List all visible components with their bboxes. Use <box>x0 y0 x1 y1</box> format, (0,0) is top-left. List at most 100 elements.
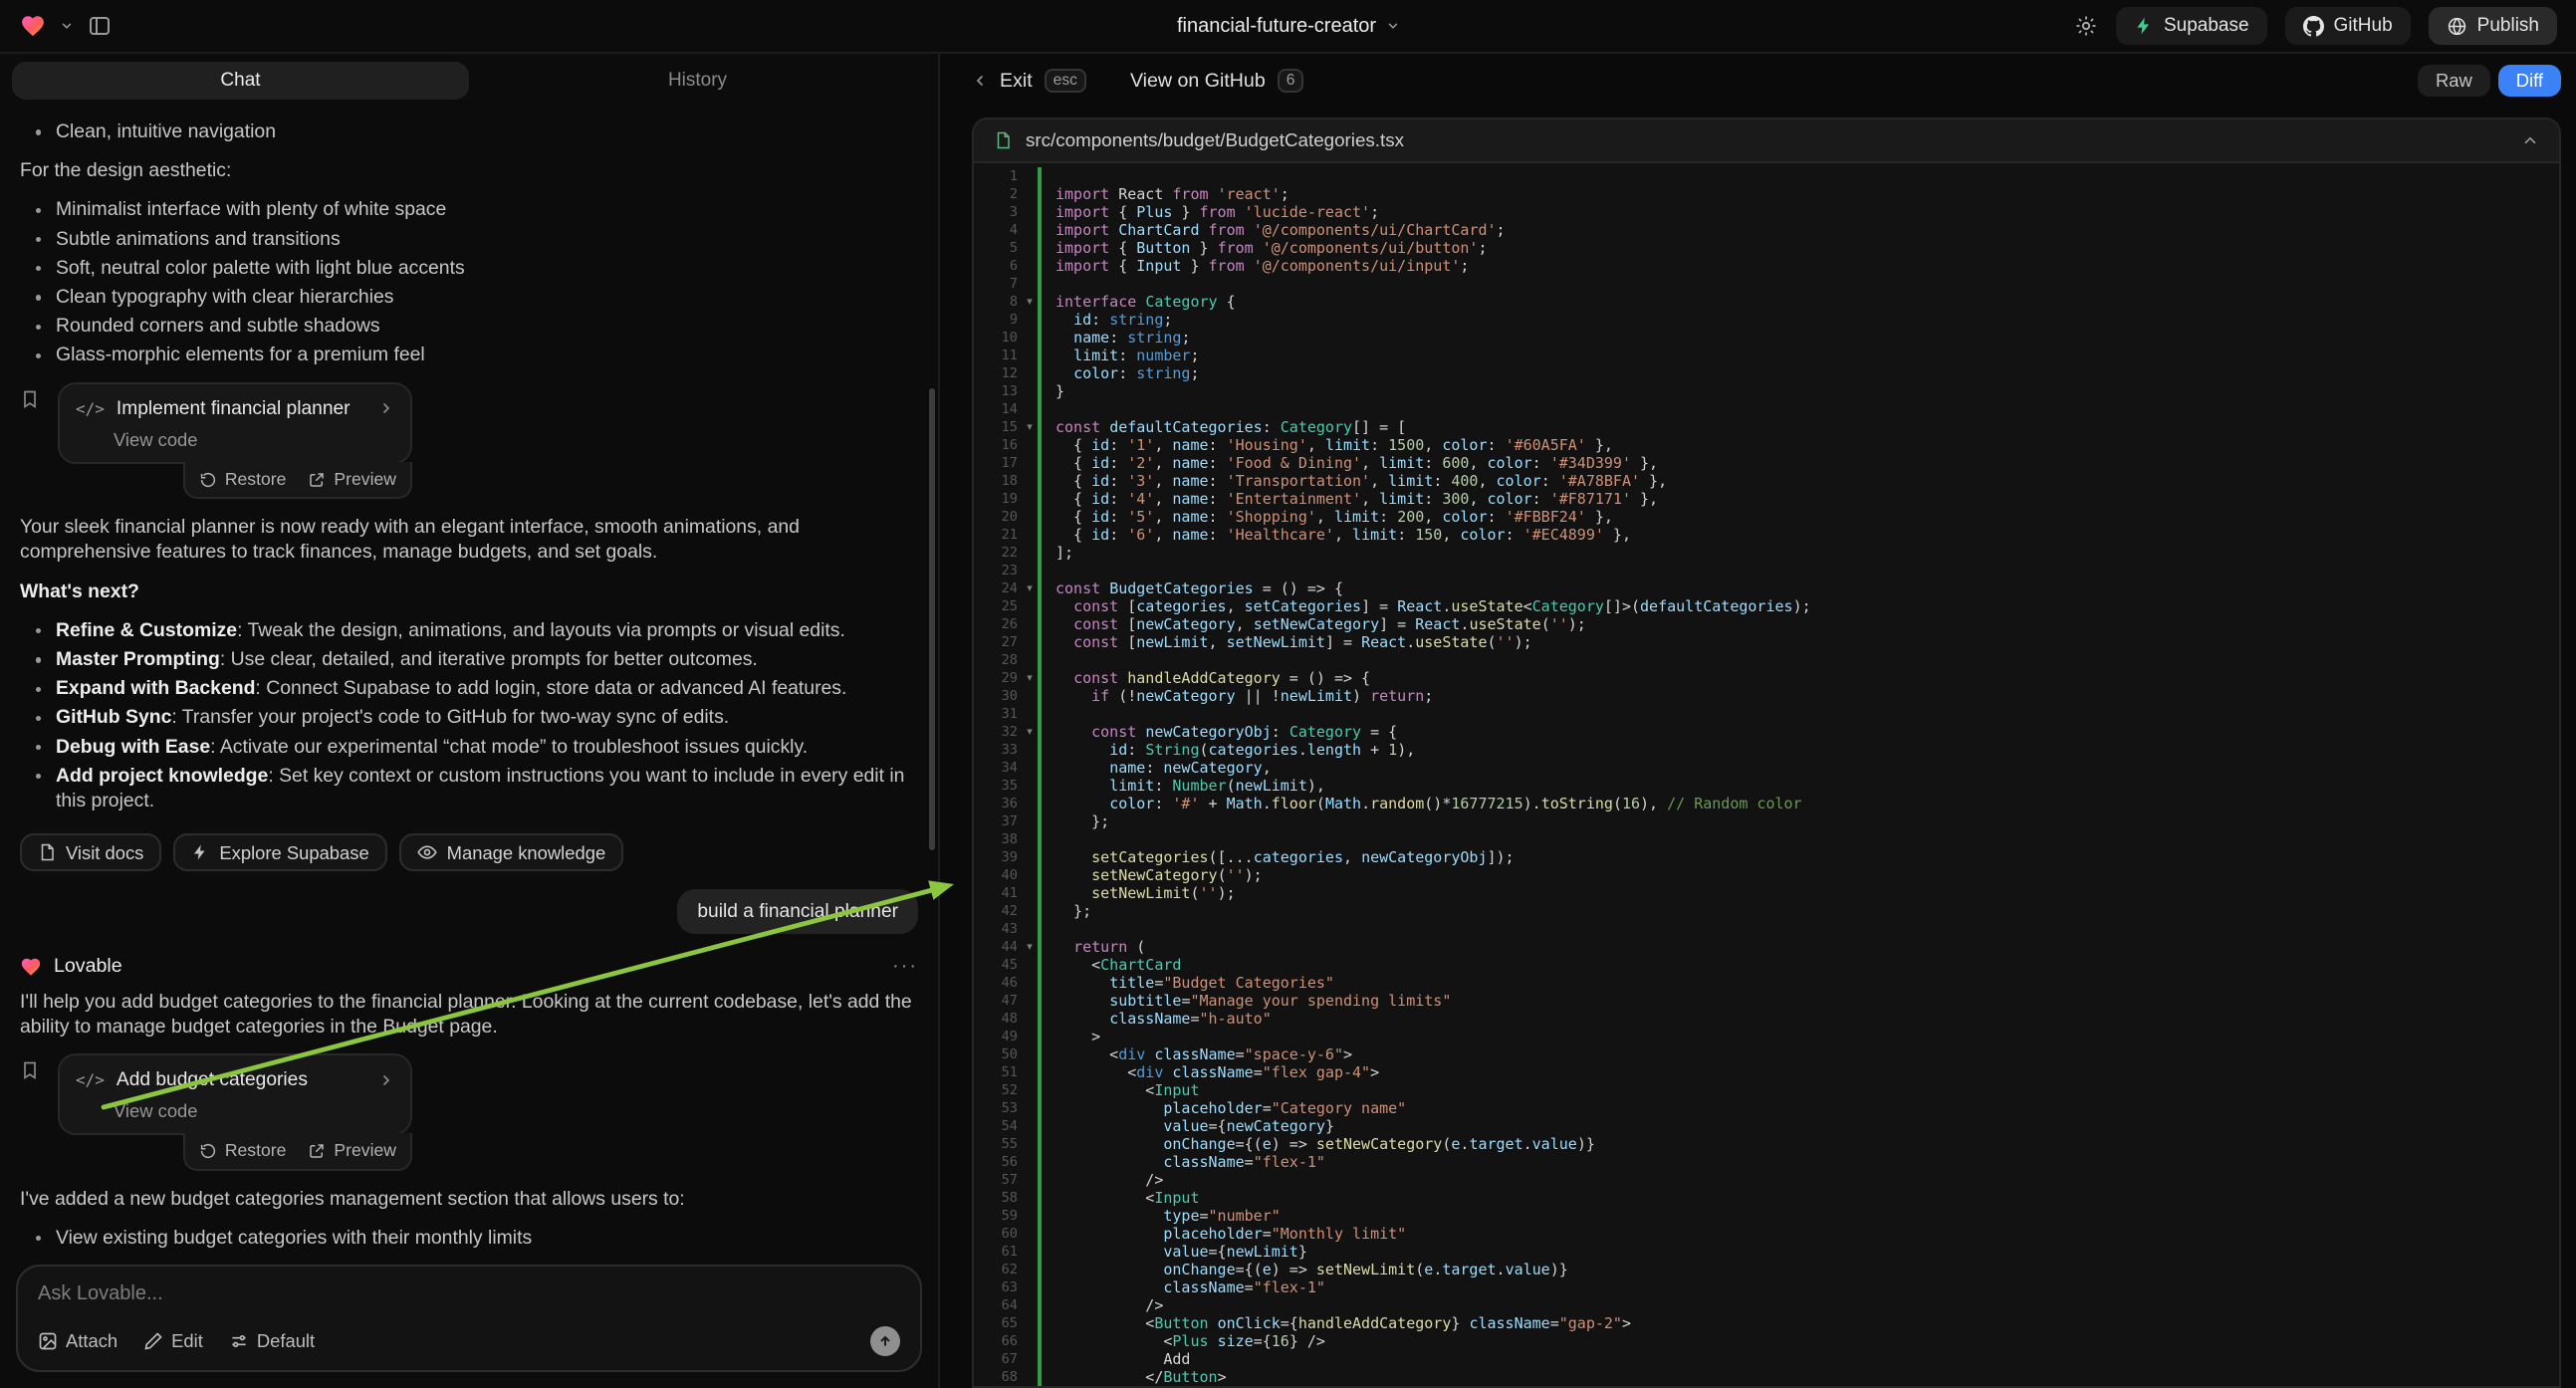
restore-button[interactable]: Restore <box>199 467 287 492</box>
preview-button[interactable]: Preview <box>308 1138 396 1163</box>
line-number: 54 <box>974 1117 1022 1135</box>
line-number: 68 <box>974 1368 1022 1386</box>
chip-knowledge[interactable]: Manage knowledge <box>399 833 624 871</box>
diff-added-indicator <box>1038 723 1042 741</box>
line-number: 33 <box>974 741 1022 759</box>
diff-added-indicator <box>1038 759 1042 777</box>
code-line: 10 name: string; <box>974 329 2559 347</box>
chat-composer[interactable]: Ask Lovable... Attach Edit Default <box>16 1265 922 1372</box>
message-menu-button[interactable]: ··· <box>892 954 918 979</box>
fold-spacer <box>1022 454 1038 472</box>
code-line: 63 className="flex-1" <box>974 1278 2559 1296</box>
preview-button[interactable]: Preview <box>308 467 396 492</box>
code-text: Add <box>1055 1350 2559 1368</box>
tool-call-card[interactable]: </>Implement financial plannerView code <box>58 382 412 464</box>
fold-spacer <box>1022 812 1038 830</box>
line-number: 12 <box>974 364 1022 382</box>
view-on-github-button[interactable]: View on GitHub 6 <box>1130 69 1303 93</box>
sidebar-toggle-icon[interactable] <box>88 14 112 38</box>
edit-button[interactable]: Edit <box>143 1330 203 1352</box>
chip-docs[interactable]: Visit docs <box>20 833 161 871</box>
tool-call-row: </>Implement financial plannerView code R… <box>20 382 918 500</box>
view-code-link[interactable]: View code <box>114 427 394 452</box>
code-line: 30 if (!newCategory || !newLimit) return… <box>974 687 2559 705</box>
code-line: 68 </Button> <box>974 1368 2559 1386</box>
chat-input[interactable]: Ask Lovable... <box>38 1282 900 1305</box>
view-code-link[interactable]: View code <box>114 1098 394 1123</box>
chip-supabase[interactable]: Explore Supabase <box>173 833 386 871</box>
diff-added-indicator <box>1038 311 1042 329</box>
preview-icon <box>308 1142 326 1160</box>
code-text: limit: Number(newLimit), <box>1055 777 2559 795</box>
file-header[interactable]: src/components/budget/BudgetCategories.t… <box>974 119 2559 163</box>
code-text: import ChartCard from '@/components/ui/C… <box>1055 221 2559 239</box>
line-number: 61 <box>974 1243 1022 1261</box>
list-item: Rounded corners and subtle shadows <box>20 314 918 339</box>
code-icon: </> <box>76 1067 105 1092</box>
fold-spacer <box>1022 382 1038 400</box>
project-name: financial-future-creator <box>1177 15 1376 38</box>
code-line: 65 <Button onClick={handleAddCategory} c… <box>974 1314 2559 1332</box>
code-viewer[interactable]: 12import React from 'react';3import { Pl… <box>974 163 2559 1386</box>
code-text: { id: '1', name: 'Housing', limit: 1500,… <box>1055 436 2559 454</box>
diff-added-indicator <box>1038 364 1042 382</box>
diff-added-indicator <box>1038 1045 1042 1063</box>
publish-button[interactable]: Publish <box>2429 7 2557 45</box>
assistant-name: Lovable <box>54 954 122 979</box>
project-name-menu[interactable]: financial-future-creator <box>1177 15 1400 38</box>
lovable-logo-heart-icon[interactable] <box>20 13 46 39</box>
line-number: 41 <box>974 884 1022 902</box>
github-button[interactable]: GitHub <box>2285 7 2411 45</box>
code-line: 3import { Plus } from 'lucide-react'; <box>974 203 2559 221</box>
code-line: 6import { Input } from '@/components/ui/… <box>974 257 2559 275</box>
code-line: 21 { id: '6', name: 'Healthcare', limit:… <box>974 526 2559 544</box>
code-line: 53 placeholder="Category name" <box>974 1099 2559 1117</box>
diff-toggle-button[interactable]: Diff <box>2498 65 2561 97</box>
list-item: Master Prompting: Use clear, detailed, a… <box>20 647 918 672</box>
code-line: 5import { Button } from '@/components/ui… <box>974 239 2559 257</box>
code-text: placeholder="Category name" <box>1055 1099 2559 1117</box>
fold-chevron-icon: ▾ <box>1022 293 1038 311</box>
fold-chevron-icon: ▾ <box>1022 723 1038 741</box>
tool-call-card[interactable]: </> Add budget categories View code <box>58 1053 412 1135</box>
fold-chevron-icon: ▾ <box>1022 669 1038 687</box>
attach-button[interactable]: Attach <box>38 1330 117 1352</box>
diff-added-indicator <box>1038 1153 1042 1171</box>
code-line: 23 <box>974 562 2559 579</box>
chat-paragraph: I'll help you add budget categories to t… <box>20 990 918 1040</box>
tab-history[interactable]: History <box>469 62 926 100</box>
line-number: 4 <box>974 221 1022 239</box>
fold-spacer <box>1022 920 1038 938</box>
tool-call-title: Add budget categories <box>117 1067 308 1092</box>
collapse-chevron-up-icon[interactable] <box>2521 131 2539 149</box>
chat-scrollbar[interactable] <box>929 388 935 850</box>
tab-chat[interactable]: Chat <box>12 62 469 100</box>
code-line: 41 setNewLimit(''); <box>974 884 2559 902</box>
line-number: 50 <box>974 1045 1022 1063</box>
chat-message-list[interactable]: Clean, intuitive navigationFor the desig… <box>0 104 938 1257</box>
raw-toggle-button[interactable]: Raw <box>2418 65 2490 97</box>
fold-spacer <box>1022 311 1038 329</box>
diff-added-indicator <box>1038 167 1042 185</box>
diff-added-indicator <box>1038 203 1042 221</box>
send-button[interactable] <box>870 1326 900 1356</box>
supabase-button[interactable]: Supabase <box>2116 7 2267 45</box>
diff-added-indicator <box>1038 1368 1042 1386</box>
model-selector-button[interactable]: Default <box>229 1330 315 1352</box>
code-text: title="Budget Categories" <box>1055 974 2559 992</box>
logo-chevron-down-icon[interactable] <box>60 19 74 33</box>
restore-button[interactable]: Restore <box>199 1138 287 1163</box>
settings-gear-icon[interactable] <box>2074 14 2098 38</box>
line-number: 8 <box>974 293 1022 311</box>
code-text: /> <box>1055 1171 2559 1189</box>
bullet-list: Clean, intuitive navigation <box>20 119 918 144</box>
fold-spacer <box>1022 866 1038 884</box>
fold-spacer <box>1022 1261 1038 1278</box>
exit-button[interactable]: Exit esc <box>972 69 1086 93</box>
line-number: 14 <box>974 400 1022 418</box>
diff-added-indicator <box>1038 1010 1042 1028</box>
diff-added-indicator <box>1038 615 1042 633</box>
line-number: 5 <box>974 239 1022 257</box>
line-number: 35 <box>974 777 1022 795</box>
code-line: 56 className="flex-1" <box>974 1153 2559 1171</box>
